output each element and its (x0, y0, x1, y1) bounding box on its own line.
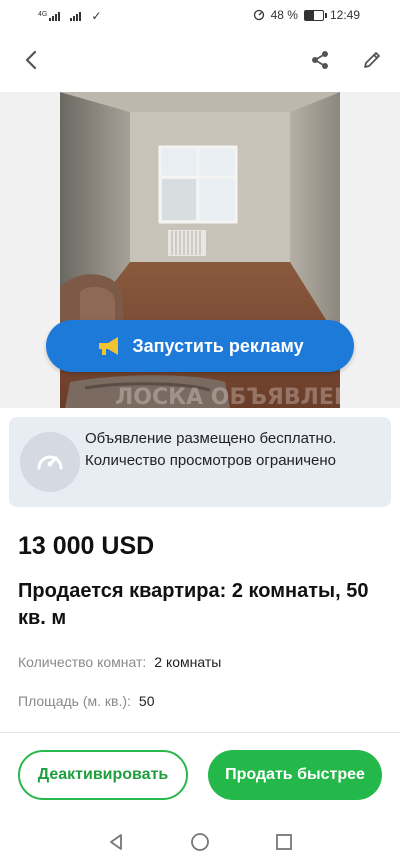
speedometer-status-icon (253, 9, 264, 21)
notice-text: Объявление размещено бесплатно. Количест… (85, 430, 337, 469)
pencil-icon (364, 52, 380, 68)
triangle-back-icon (110, 834, 122, 850)
divider (0, 732, 400, 733)
param-rooms: Количество комнат: 2 комнаты (18, 654, 221, 670)
notice-icon-circle (20, 432, 80, 492)
circle-home-icon (191, 833, 209, 851)
edit-button[interactable] (352, 40, 392, 80)
network-type-label: 4G (38, 11, 48, 18)
back-button[interactable] (12, 40, 52, 80)
nav-recents-button[interactable] (272, 830, 296, 854)
system-nav-bar (0, 818, 400, 867)
nav-home-button[interactable] (188, 830, 212, 854)
battery-icon (303, 9, 327, 21)
app-bar (0, 32, 400, 90)
status-right: 48 % 12:49 (253, 8, 360, 22)
param-value: 50 (138, 693, 155, 709)
speedometer-icon (37, 455, 63, 470)
launch-ad-label: Запустить рекламу (132, 335, 304, 356)
signal-indicators: 4G ✓ (38, 9, 101, 23)
listing-price: 13 000 USD (18, 532, 155, 560)
photo-watermark: ЛОСКА ОБЪЯВЛЕНИЙ (115, 384, 340, 408)
signal-icon (70, 11, 82, 21)
share-icon (312, 51, 328, 69)
free-listing-notice: Объявление размещено бесплатно. Количест… (9, 417, 391, 507)
megaphone-icon (99, 337, 119, 355)
signal-icon (49, 11, 61, 21)
deactivate-button[interactable]: Деактивировать (18, 750, 188, 800)
launch-ad-button[interactable]: Запустить рекламу (46, 320, 354, 372)
nav-back-button[interactable] (104, 830, 128, 854)
listing-title: Продается квартира: 2 комнаты, 50 кв. м (18, 580, 369, 629)
param-label: Количество комнат: (18, 654, 147, 670)
param-area: Площадь (м. кв.): 50 (18, 693, 154, 709)
sell-faster-button[interactable]: Продать быстрее (208, 750, 382, 800)
share-button[interactable] (300, 40, 340, 80)
status-bar: 4G ✓ 48 % 12:49 (0, 0, 400, 32)
param-label: Площадь (м. кв.): (18, 693, 131, 709)
checkmark-icon: ✓ (91, 9, 102, 23)
clock: 12:49 (329, 8, 360, 22)
back-arrow-icon (25, 50, 37, 70)
battery-percent: 48 % (270, 8, 298, 22)
photo-gallery[interactable]: ЛОСКА ОБЪЯВЛЕНИЙ Запустить рекламу (0, 92, 400, 408)
square-recents-icon (276, 834, 292, 850)
param-value: 2 комнаты (154, 654, 222, 670)
